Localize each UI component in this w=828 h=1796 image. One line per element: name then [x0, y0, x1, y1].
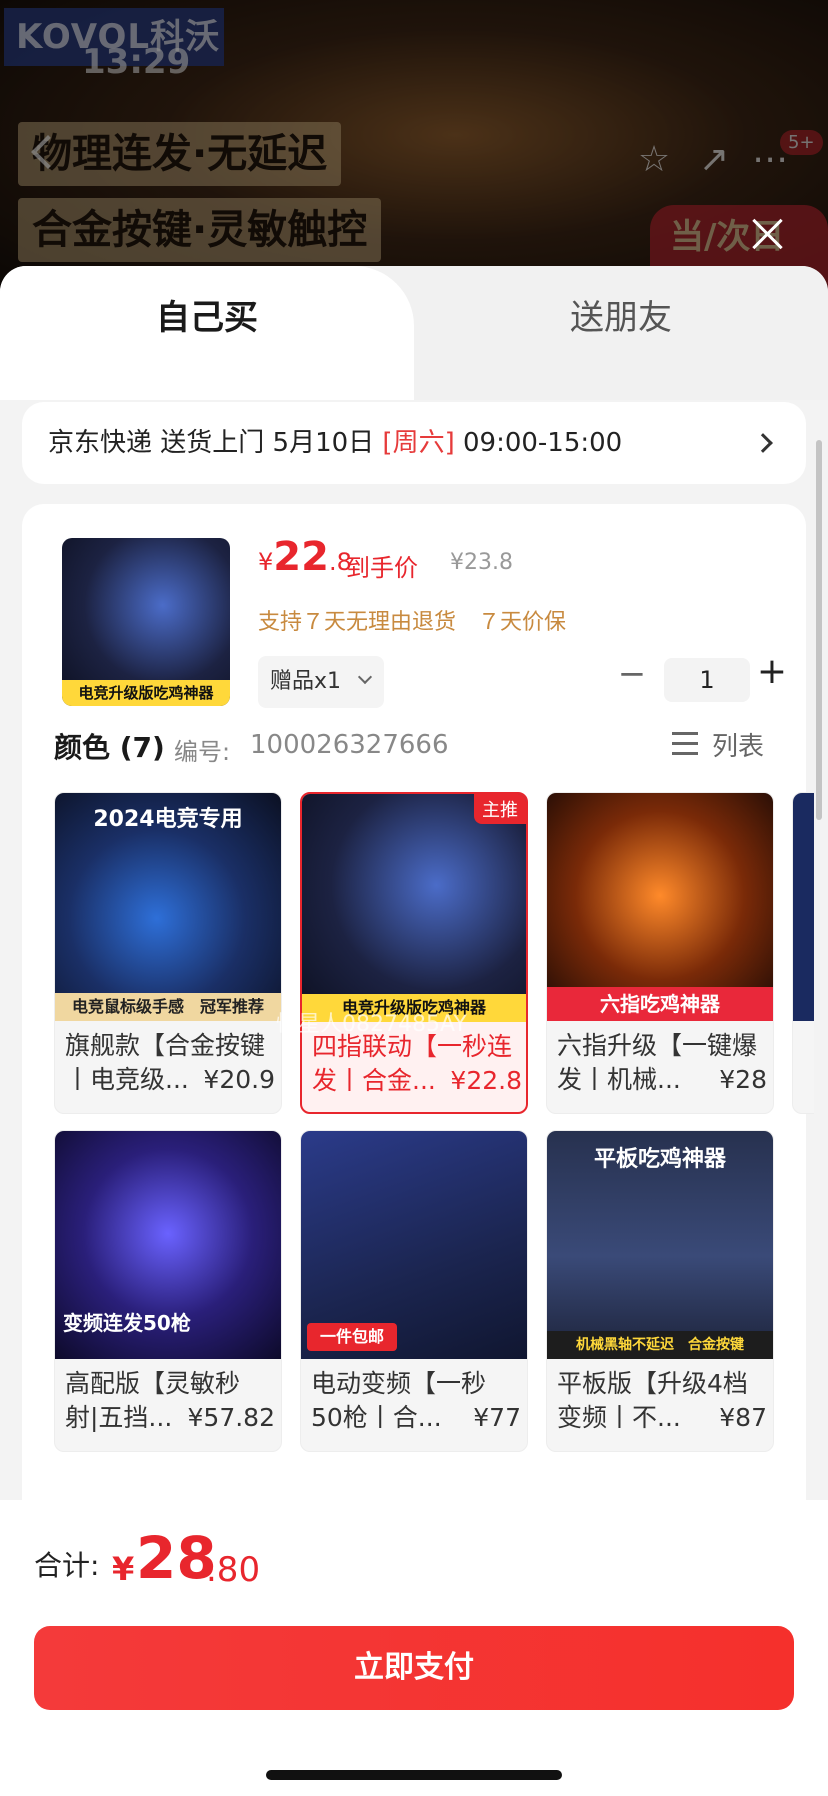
variant-option[interactable]: 六指吃鸡神器 六指升级【一键爆 ¥28 发丨机械...: [546, 792, 774, 1114]
variant-option[interactable]: 一件包邮 电动变频【一秒 ¥77 50枪丨合...: [300, 1130, 528, 1452]
quantity-increase-button[interactable]: +: [752, 654, 792, 694]
home-indicator: [266, 1770, 562, 1780]
variant-grid: 2024电竞专用 电竞鼠标级手感 冠军推荐 旗舰款【合金按键 ¥20.9 丨电竞级…: [54, 792, 814, 1462]
delivery-weekday: [周六]: [382, 428, 455, 458]
variant-option[interactable]: 2024电竞专用 电竞鼠标级手感 冠军推荐 旗舰款【合金按键 ¥20.9 丨电竞级…: [54, 792, 282, 1114]
gift-selector[interactable]: 赠品x1: [258, 656, 384, 708]
quantity-decrease-button[interactable]: −: [612, 656, 652, 696]
variant-image: 平板吃鸡神器 机械黑轴不延迟 合金按键: [547, 1131, 773, 1359]
item-code-value: 100026327666: [250, 730, 449, 760]
variant-caption: 平板版【升级4档 ¥87 变频丨不...: [557, 1369, 767, 1432]
variant-image: [793, 793, 814, 1021]
chevron-right-icon: [753, 433, 773, 453]
variant-caption: 四指联动【一秒连 ¥22.8 发丨合金...: [312, 1032, 522, 1095]
scrollbar[interactable]: [816, 440, 822, 820]
variant-option-partial[interactable]: [792, 792, 814, 1114]
list-view-icon[interactable]: [672, 732, 698, 756]
variant-caption: 六指升级【一键爆 ¥28 发丨机械...: [557, 1031, 767, 1094]
current-price: ¥22.8: [258, 534, 352, 580]
total-decimal: .80: [206, 1550, 261, 1590]
variant-caption: 旗舰款【合金按键 ¥20.9 丨电竞级...: [65, 1031, 275, 1094]
price-note: 到手价: [346, 554, 418, 582]
service-guarantee: 支持７天无理由退货 ７天价保: [258, 610, 567, 635]
variant-image: 一件包邮: [301, 1131, 527, 1359]
watermark-text: 恒星人0827485AY: [276, 1012, 467, 1037]
original-price: ¥23.8: [450, 550, 513, 575]
item-code-label: 编号:: [174, 738, 231, 766]
delivery-prefix: 京东快递 送货上门 5月10日: [48, 428, 383, 458]
delivery-time: 09:00-15:00: [454, 428, 623, 458]
close-icon[interactable]: [748, 214, 788, 254]
variant-image: 2024电竞专用 电竞鼠标级手感 冠军推荐: [55, 793, 281, 1021]
recommended-badge: 主推: [474, 794, 526, 824]
color-section-title: 颜色 (7): [54, 731, 165, 764]
thumbnail-caption: 电竞升级版吃鸡神器: [62, 680, 230, 706]
variant-caption: 高配版【灵敏秒 ¥57.82 射|五挡...: [65, 1369, 275, 1432]
variant-image: 变频连发50枪: [55, 1131, 281, 1359]
delivery-row[interactable]: 京东快递 送货上门 5月10日 [周六] 09:00-15:00: [22, 402, 806, 484]
variant-option[interactable]: 变频连发50枪 高配版【灵敏秒 ¥57.82 射|五挡...: [54, 1130, 282, 1452]
variant-option[interactable]: 平板吃鸡神器 机械黑轴不延迟 合金按键 平板版【升级4档 ¥87 变频丨不...: [546, 1130, 774, 1452]
tab-send-friend[interactable]: 送朋友: [414, 266, 828, 400]
total-amount: 28: [136, 1524, 217, 1592]
product-thumbnail[interactable]: 电竞升级版吃鸡神器: [62, 538, 230, 706]
product-page-background: KOVOL科沃 13:29 物理连发·无延迟 合金按键·灵敏触控 ☆ ↗ ⋯ 5…: [0, 0, 828, 300]
purchase-tabs: 送朋友 自己买: [0, 266, 828, 400]
list-view-toggle[interactable]: 列表: [712, 726, 764, 763]
pay-now-button[interactable]: 立即支付: [34, 1626, 794, 1710]
total-label: 合计:: [34, 1549, 100, 1582]
tab-buy-self[interactable]: 自己买: [0, 266, 414, 400]
overlay-dim[interactable]: [0, 0, 828, 300]
variant-image: 六指吃鸡神器: [547, 793, 773, 1021]
variant-image: 电竞升级版吃鸡神器: [302, 794, 526, 1022]
variant-option-selected[interactable]: 电竞升级版吃鸡神器 主推 四指联动【一秒连 ¥22.8 发丨合金...: [300, 792, 528, 1114]
variant-caption: 电动变频【一秒 ¥77 50枪丨合...: [311, 1369, 521, 1432]
checkout-bar: 合计: ¥ 28 .80 立即支付: [0, 1500, 828, 1796]
quantity-input[interactable]: 1: [664, 658, 750, 702]
chevron-down-icon: [357, 669, 373, 685]
gift-label: 赠品x1: [270, 669, 342, 694]
total-currency: ¥: [112, 1550, 135, 1588]
